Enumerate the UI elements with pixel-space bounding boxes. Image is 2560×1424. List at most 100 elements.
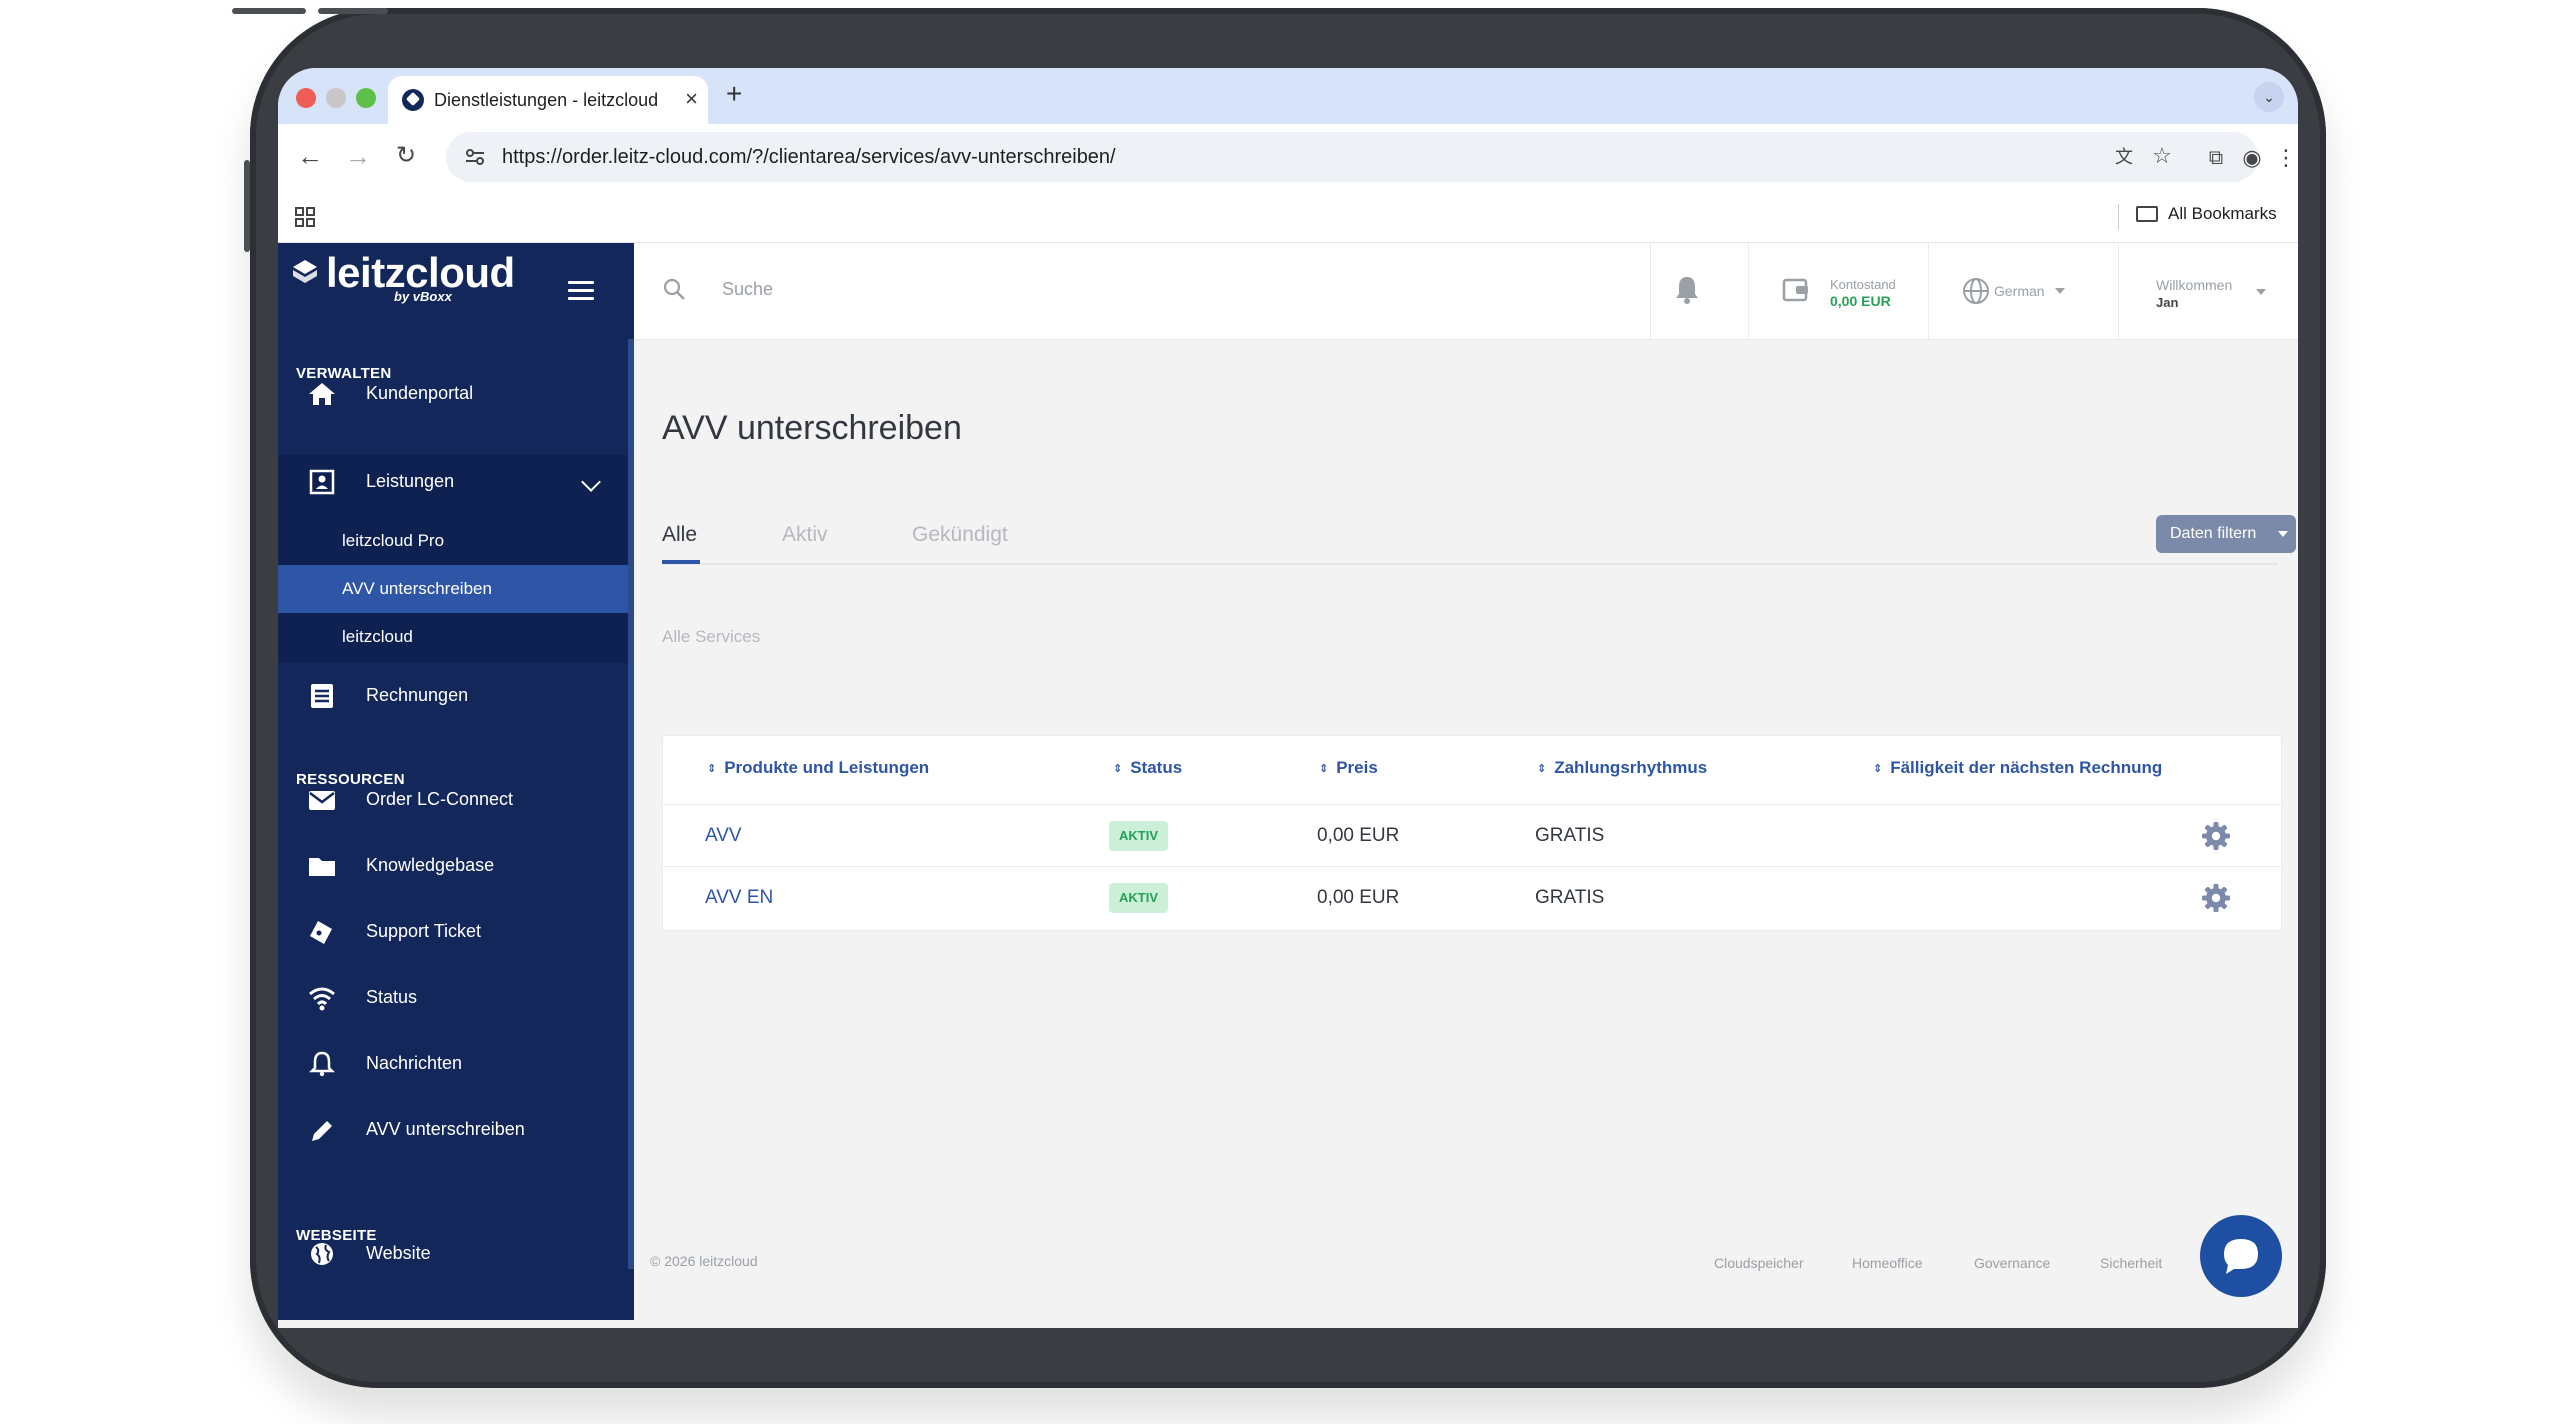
header-label: Fälligkeit der nächsten Rechnung — [1890, 758, 2163, 777]
site-info-icon[interactable] — [464, 146, 486, 168]
sidebar-subitem-label: leitzcloud — [342, 627, 413, 646]
sidebar-subitem-label: leitzcloud Pro — [342, 531, 445, 550]
column-header-billing-cycle[interactable]: ⇕ Zahlungsrhythmus — [1537, 758, 1707, 778]
sidebar-subitem-avv-unterschreiben[interactable]: AVV unterschreiben — [278, 565, 628, 613]
sidebar-item-avv-unterschreiben[interactable]: AVV unterschreiben — [278, 1097, 628, 1163]
header-label: Preis — [1336, 758, 1378, 777]
welcome-label[interactable]: Willkommen — [2156, 277, 2232, 293]
window-zoom-button[interactable] — [356, 88, 376, 108]
sidebar-item-rechnungen[interactable]: Rechnungen — [278, 663, 628, 729]
divider — [1748, 243, 1749, 339]
chat-button[interactable] — [2200, 1215, 2282, 1297]
sidebar-item-website[interactable]: Website — [278, 1221, 628, 1287]
address-bar[interactable]: https://order.leitz-cloud.com/?/clientar… — [446, 132, 2258, 182]
browser-window: Dienstleistungen - leitzcloud × + ⌄ ← → … — [278, 68, 2298, 1328]
product-link[interactable]: AVV EN — [705, 887, 773, 909]
billing-cycle-cell: GRATIS — [1535, 825, 1605, 846]
sidebar-item-knowledgebase[interactable]: Knowledgebase — [278, 833, 628, 899]
bookmark-star-icon[interactable]: ☆ — [2148, 142, 2176, 170]
search-icon[interactable] — [662, 277, 686, 301]
menu-toggle-icon[interactable] — [568, 281, 594, 301]
column-header-status[interactable]: ⇕ Status — [1113, 758, 1182, 778]
footer-link-homeoffice[interactable]: Homeoffice — [1852, 1255, 1923, 1271]
window-minimize-button[interactable] — [326, 88, 346, 108]
sidebar-item-label: Nachrichten — [366, 1053, 463, 1073]
new-tab-icon[interactable]: + — [726, 80, 742, 108]
tab-gekuendigt[interactable]: Gekündigt — [912, 523, 1008, 547]
window-close-button[interactable] — [296, 88, 316, 108]
billing-cycle-cell: GRATIS — [1535, 887, 1605, 908]
sidebar-item-label: Order LC-Connect — [366, 789, 514, 809]
envelope-icon — [309, 791, 335, 810]
search-input[interactable]: Suche — [722, 279, 773, 300]
language-globe-icon[interactable] — [1962, 277, 1990, 305]
browser-menu-icon[interactable]: ⋮ — [2272, 144, 2298, 172]
sidebar-item-support-ticket[interactable]: Support Ticket — [278, 899, 628, 965]
column-header-product[interactable]: ⇕ Produkte und Leistungen — [707, 758, 929, 778]
sidebar-subitem-leitzcloud[interactable]: leitzcloud — [278, 613, 628, 661]
services-table: ⇕ Produkte und Leistungen ⇕ Status ⇕ Preis … — [662, 735, 2282, 931]
top-bar: Suche Kontostand 0,00 EUR German Willkom… — [634, 243, 2298, 340]
favicon-icon — [402, 89, 424, 111]
footer-link-cloudspeicher[interactable]: Cloudspeicher — [1714, 1255, 1804, 1271]
sidebar-item-nachrichten[interactable]: Nachrichten — [278, 1031, 628, 1097]
caret-down-icon — [2278, 531, 2288, 537]
sidebar-scrollbar[interactable] — [628, 339, 634, 1269]
tab-title: Dienstleistungen - leitzcloud — [434, 90, 659, 110]
extensions-icon[interactable]: ⧉ — [2202, 144, 2230, 172]
browser-tab[interactable]: Dienstleistungen - leitzcloud × — [388, 76, 708, 124]
brand-logo[interactable]: leitzcloud by vBoxx — [286, 245, 606, 315]
forward-icon[interactable]: → — [340, 138, 376, 174]
page-title: AVV unterschreiben — [662, 409, 962, 447]
all-bookmarks-button[interactable]: All Bookmarks — [2136, 204, 2277, 224]
sort-icon: ⇕ — [707, 763, 717, 775]
chat-bubble-icon — [2224, 1239, 2258, 1274]
filter-data-button[interactable]: Daten filtern — [2156, 515, 2296, 553]
sidebar-subitem-leitzcloud-pro[interactable]: leitzcloud Pro — [278, 517, 628, 565]
tab-close-icon[interactable]: × — [685, 87, 698, 111]
sidebar-item-order-lc-connect[interactable]: Order LC-Connect — [278, 767, 628, 833]
gear-icon[interactable] — [2201, 883, 2231, 913]
language-label: German — [1994, 283, 2045, 299]
user-menu-caret-icon[interactable] — [2256, 289, 2266, 295]
header-label: Zahlungsrhythmus — [1554, 758, 1708, 777]
language-select[interactable]: German — [1994, 283, 2065, 299]
back-icon[interactable]: ← — [292, 138, 328, 174]
table-row[interactable]: AVV AKTIV 0,00 EUR GRATIS — [663, 804, 2281, 867]
tablet-side-button — [318, 8, 388, 14]
footer-link-sicherheit[interactable]: Sicherheit — [2100, 1255, 2162, 1271]
tab-alle[interactable]: Alle — [662, 523, 697, 547]
tab-aktiv[interactable]: Aktiv — [782, 523, 828, 547]
gear-icon[interactable] — [2201, 821, 2231, 851]
sidebar-item-kundenportal[interactable]: Kundenportal — [278, 361, 628, 427]
header-label: Status — [1130, 758, 1183, 777]
status-tabs: Alle Aktiv Gekündigt — [662, 513, 2278, 565]
sidebar-item-label: Status — [366, 987, 418, 1007]
translate-icon[interactable]: 文 — [2110, 143, 2138, 171]
folder-icon — [309, 858, 335, 876]
table-row[interactable]: AVV EN AKTIV 0,00 EUR GRATIS — [663, 866, 2281, 929]
user-name[interactable]: Jan — [2156, 295, 2178, 310]
column-header-price[interactable]: ⇕ Preis — [1319, 758, 1378, 778]
sidebar: leitzcloud by vBoxx VERWALTEN Kundenport… — [278, 243, 634, 1328]
pencil-icon — [312, 1121, 332, 1141]
active-tab-indicator — [662, 560, 700, 564]
notifications-bell-icon[interactable] — [1674, 275, 1700, 305]
column-header-next-due[interactable]: ⇕ Fälligkeit der nächsten Rechnung — [1873, 758, 2162, 778]
apps-grid-icon[interactable] — [294, 206, 316, 228]
tab-search-icon[interactable]: ⌄ — [2254, 82, 2284, 112]
sidebar-item-status[interactable]: Status — [278, 965, 628, 1031]
balance-value: 0,00 EUR — [1830, 293, 1891, 309]
profile-icon[interactable]: ◉ — [2238, 144, 2266, 172]
tab-bar: Dienstleistungen - leitzcloud × + ⌄ — [278, 68, 2298, 124]
sidebar-item-leistungen[interactable]: Leistungen — [278, 449, 628, 515]
footer-link-governance[interactable]: Governance — [1974, 1255, 2050, 1271]
product-link[interactable]: AVV — [705, 825, 742, 847]
footer-copyright: © 2026 leitzcloud — [650, 1253, 758, 1269]
reload-icon[interactable]: ↻ — [388, 138, 424, 174]
sort-icon: ⇕ — [1113, 763, 1123, 775]
sidebar-item-label: Knowledgebase — [366, 855, 495, 875]
divider — [2118, 243, 2119, 339]
bell-icon — [308, 1051, 336, 1077]
invoice-icon — [311, 684, 333, 708]
